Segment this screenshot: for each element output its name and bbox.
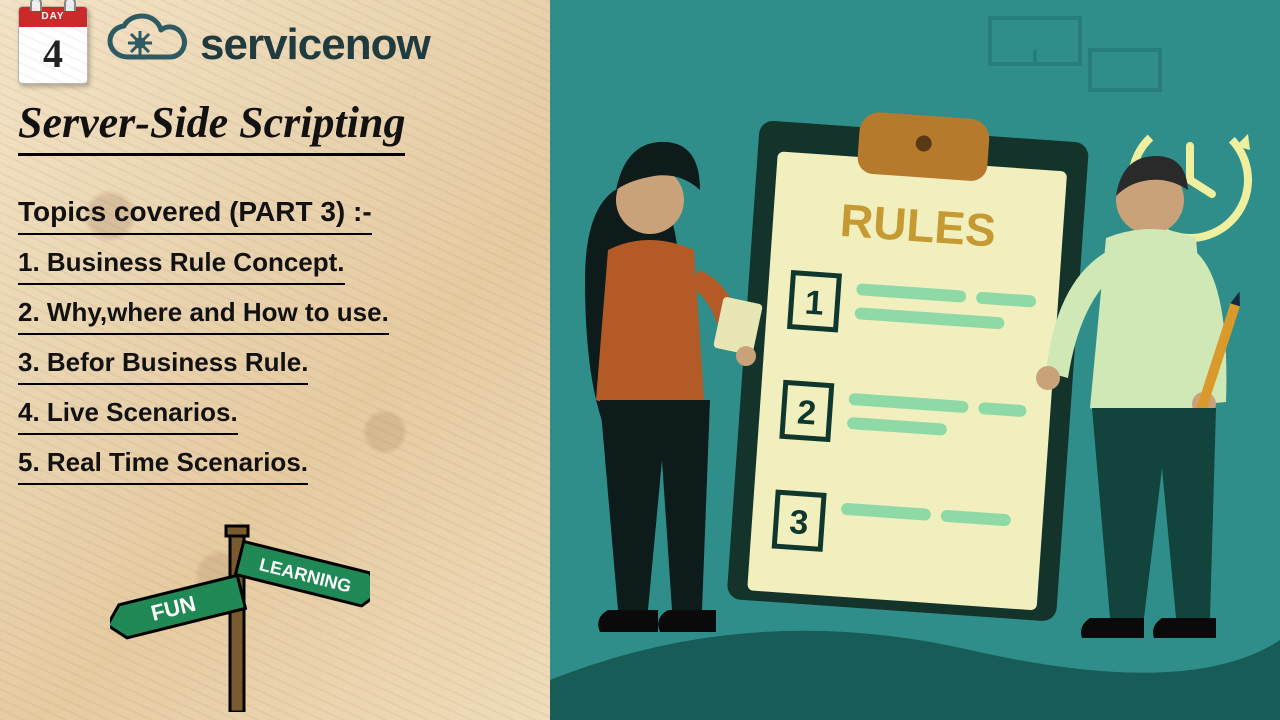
left-panel: DAY 4 servicenow [0,0,550,720]
slide: DAY 4 servicenow [0,0,1280,720]
topic-item: 4. Live Scenarios. [18,395,238,435]
topic-item: 5. Real Time Scenarios. [18,445,308,485]
topic-item: 3. Befor Business Rule. [18,345,308,385]
signpost-illustration: FUN LEARNING [110,502,370,712]
svg-text:1: 1 [804,284,826,323]
servicenow-logo: servicenow [102,13,430,77]
right-illustration: RULES 1 2 [550,0,1280,720]
top-bar: DAY 4 servicenow [18,0,532,84]
calendar-number: 4 [19,27,87,81]
subtitle: Topics covered (PART 3) :- [18,194,372,235]
topic-item: 1. Business Rule Concept. [18,245,345,285]
svg-text:2: 2 [796,393,818,432]
calendar-icon: DAY 4 [18,6,88,84]
topic-item: 2. Why,where and How to use. [18,295,389,335]
servicenow-cloud-icon [102,13,194,77]
servicenow-wordmark: servicenow [200,23,430,67]
svg-text:3: 3 [788,503,810,542]
page-title: Server-Side Scripting [18,98,405,156]
svg-text:RULES: RULES [838,194,997,257]
